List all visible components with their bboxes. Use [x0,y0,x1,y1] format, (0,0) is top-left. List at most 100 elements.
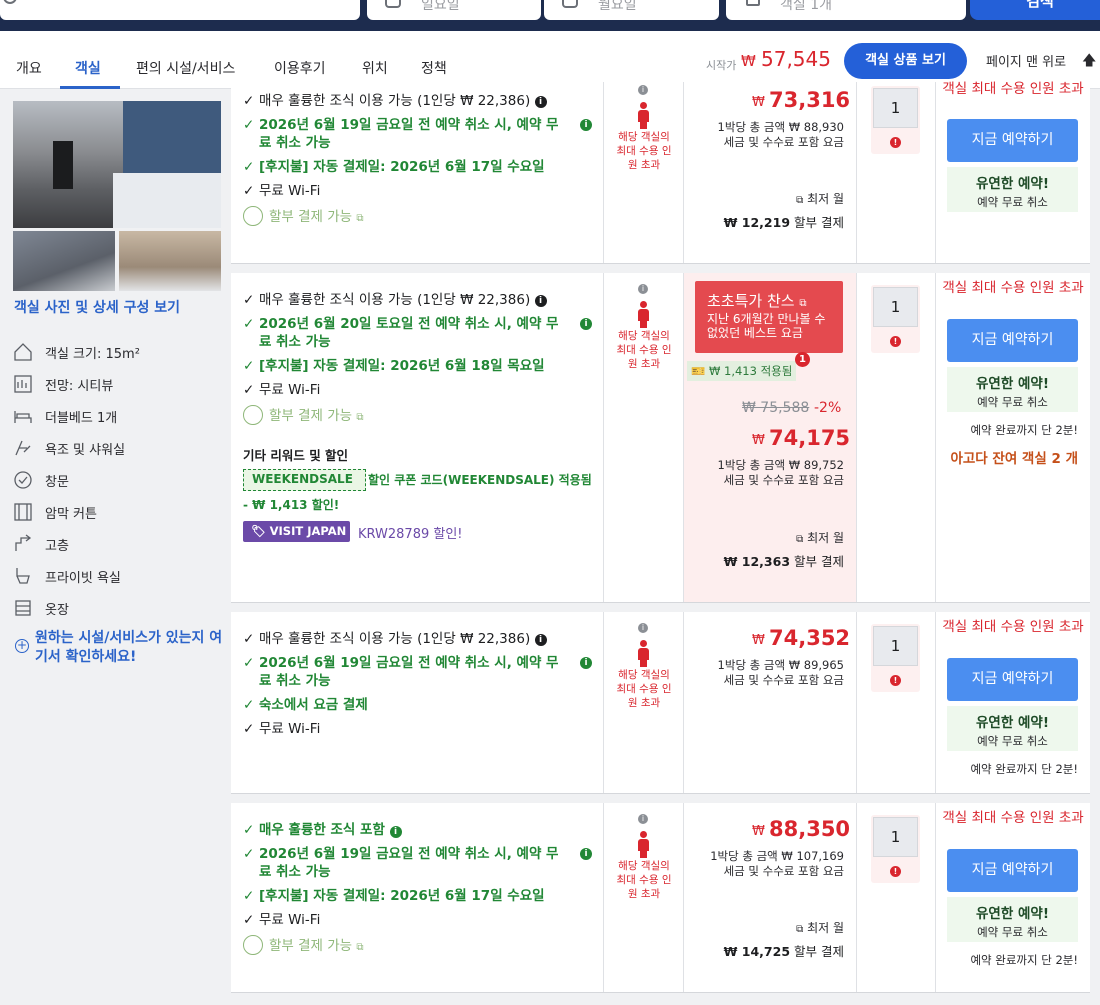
tab-bar: 개요 객실 편의 시설/서비스 이용후기 위치 정책 시작가 ₩ 57,545 … [0,31,1100,89]
booking-cell: 객실 최대 수용 인원 초과 지금 예약하기 유연한 예약! 예약 무료 취소 [936,81,1090,263]
installment-feature[interactable]: 할부 결제 가능 ⧉ [243,206,364,228]
info-icon[interactable]: i [389,826,402,838]
price-cell: 초초특가 찬스 ⧉ 지난 6개월간 만나볼 수 없었던 베스트 요금 🎫 ₩ 1… [684,273,857,602]
warning-icon: ! [890,675,901,686]
info-icon[interactable]: i [638,284,648,294]
room-info-panel: 객실 사진 및 상세 구성 보기 객실 크기: 15m² 전망: 시티뷰 더블베… [0,90,230,1005]
cancellation-feature: ✓ 2026년 6월 20일 토요일 전 예약 취소 시, 예약 무 [243,316,559,332]
info-icon[interactable]: i [638,814,648,824]
external-link-icon: ⧉ [796,924,804,935]
price-details: 1박당 총 금액 ₩ 89,752 세금 및 수수료 포함 요금 [717,458,844,487]
check-icon: ✓ [243,183,255,199]
installment-feature[interactable]: 할부 결제 가능 ⧉ [243,405,364,427]
price-cell: ₩ 73,316 1박당 총 금액 ₩ 88,930 세금 및 수수료 포함 요금… [684,82,857,263]
info-icon[interactable]: i [534,96,547,108]
room-price: 74,175 [769,426,851,450]
amenity-curtain: 암막 커튼 [13,502,97,522]
person-icon [637,831,649,858]
person-icon [637,640,649,667]
price-details: 1박당 총 금액 ₩ 88,930 세금 및 수수료 포함 요금 [717,120,844,149]
installment-value: ₩ 12,363 할부 결제 [723,554,844,569]
find-amenities-link[interactable]: + 원하는 시설/서비스가 있는지 여기서 확인하세요! [15,629,225,667]
installment-label: ⧉ 최저 월 [796,921,844,935]
guests-field[interactable]: 객실 1개 [726,0,966,20]
check-icon: ✓ [243,655,255,671]
info-icon[interactable]: i [638,85,648,95]
bathroom-thumbnail[interactable] [119,231,221,291]
wardrobe-icon [13,598,33,618]
info-icon[interactable]: i [580,657,592,669]
plus-circle-icon: + [15,638,29,653]
checkout-field[interactable]: 월요일 [544,0,719,20]
installment-feature[interactable]: 할부 결제 가능 ⧉ [243,935,364,957]
amenity-bath: 욕조 및 샤워실 [13,438,125,458]
coupon-description: 할인 쿠폰 코드(WEEKENDSALE) 적용됨 [368,473,592,487]
rewards-title: 기타 리워드 및 할인 [243,448,349,463]
window-icon [13,470,33,490]
tab-facilities[interactable]: 편의 시설/서비스 [136,58,235,78]
room-quantity-select[interactable]: 1 ! [871,86,920,154]
visit-japan-tag: 🏷 VISIT JAPAN [243,521,350,542]
check-icon: ✓ [243,159,255,175]
destination-field[interactable] [0,0,360,20]
occupancy-cell: i 해당 객실의 최대 수용 인원 초과 [604,82,684,263]
view-rooms-button[interactable]: 객실 상품 보기 [844,43,967,79]
info-icon[interactable]: i [580,119,592,131]
tab-location[interactable]: 위치 [362,58,388,78]
tab-overview[interactable]: 개요 [16,58,42,78]
info-icon[interactable]: i [580,318,592,330]
occupancy-cell: i 해당 객실의 최대 수용 인원 초과 [604,803,684,992]
book-now-button[interactable]: 지금 예약하기 [947,319,1078,362]
wifi-feature: ✓ 무료 Wi-Fi [243,183,321,199]
search-icon [3,0,17,4]
back-to-top-link[interactable]: 페이지 맨 위로 [986,51,1066,70]
wifi-feature: ✓ 무료 Wi-Fi [243,382,321,398]
person-icon [637,102,649,129]
cancellation-feature: ✓ 2026년 6월 19일 금요일 전 예약 취소 시, 예약 무 [243,117,559,133]
flexible-booking-badge: 유연한 예약! 예약 무료 취소 [947,167,1078,212]
start-price-currency: ₩ [741,52,756,70]
room-offer-row: ✓ 매우 훌륭한 조식 포함 i ✓ 2026년 6월 19일 금요일 전 예약 취… [231,803,1090,993]
currency-symbol: ₩ [752,95,765,110]
installment-value: ₩ 14,725 할부 결제 [723,944,844,959]
flexible-booking-badge: 유연한 예약! 예약 무료 취소 [947,897,1078,942]
installment-icon [243,206,263,226]
book-now-button[interactable]: 지금 예약하기 [947,119,1078,162]
book-now-button[interactable]: 지금 예약하기 [947,658,1078,701]
room-quantity-select[interactable]: 1 ! [871,624,920,692]
book-now-button[interactable]: 지금 예약하기 [947,849,1078,892]
check-icon: ✓ [243,292,255,308]
search-button[interactable]: 검색 [970,0,1100,20]
weekendsale-coupon-tag: WEEKENDSALE [243,469,366,491]
offer-features: ✓ 매우 훌륭한 조식 포함 i ✓ 2026년 6월 19일 금요일 전 예약 취… [231,803,604,992]
quantity-cell: 1 ! [857,612,936,793]
checkin-field[interactable]: 일요일 [367,0,541,20]
coupon-applied: 🎫 ₩ 1,413 적용됨 [687,361,797,381]
room-main-photo[interactable] [13,101,221,228]
cancellation-feature: ✓ 2026년 6월 19일 금요일 전 예약 취소 시, 예약 무 [243,655,559,671]
tab-policies[interactable]: 정책 [421,58,447,78]
room-photos-link[interactable]: 객실 사진 및 상세 구성 보기 [14,297,180,317]
check-icon: ✓ [243,316,255,332]
external-link-icon: ⧉ [356,412,364,423]
quantity-cell: 1 ! [857,803,936,992]
room-quantity-select[interactable]: 1 ! [871,815,920,883]
info-icon[interactable]: i [638,623,648,633]
room-quantity-select[interactable]: 1 ! [871,285,920,353]
discount-percent: -2% [814,400,842,416]
capacity-warning: 객실 최대 수용 인원 초과 [942,810,1084,826]
warning-icon: ! [890,336,901,347]
room-offer-row: ✓ 매우 훌륭한 조식 이용 가능 (1인당 ₩ 22,386) i ✓ 2026년… [231,273,1090,603]
info-icon[interactable]: i [580,848,592,860]
quantity-cell: 1 ! [857,273,936,602]
offer-features: ✓ 매우 훌륭한 조식 이용 가능 (1인당 ₩ 22,386) i ✓ 2026년… [231,82,604,263]
info-icon[interactable]: i [534,634,547,646]
external-link-icon: ⧉ [799,298,807,309]
tab-reviews[interactable]: 이용후기 [274,58,326,78]
tab-rooms[interactable]: 객실 [75,58,101,78]
external-link-icon: ⧉ [356,213,364,224]
arrow-up-icon[interactable]: 🡅 [1082,50,1096,74]
room-offer-row: ✓ 매우 훌륭한 조식 이용 가능 (1인당 ₩ 22,386) i ✓ 2026년… [231,612,1090,794]
info-icon[interactable]: i [534,295,547,307]
room-thumbnail[interactable] [13,231,115,291]
